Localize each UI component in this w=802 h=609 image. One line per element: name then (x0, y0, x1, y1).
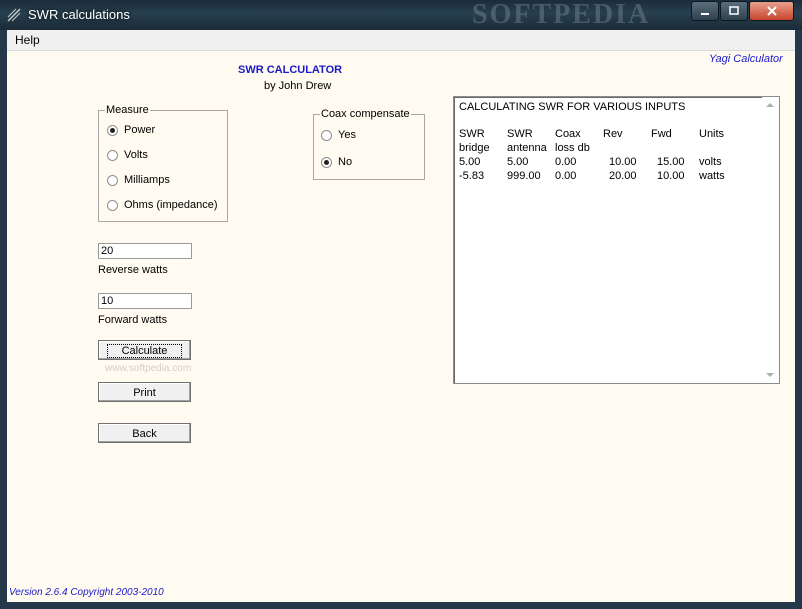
measure-legend: Measure (106, 104, 149, 116)
coax-group: Coax compensate (313, 108, 425, 180)
window-frame-bottom (0, 602, 802, 609)
close-button[interactable] (749, 1, 794, 21)
radio-volts[interactable]: Volts (107, 149, 148, 161)
radio-circle (107, 149, 118, 161)
back-button[interactable]: Back (98, 423, 191, 443)
page-title: SWR CALCULATOR (238, 64, 343, 76)
radio-milliamps[interactable]: Milliamps (107, 174, 170, 186)
cell: 999.00 (507, 170, 541, 182)
menu-help[interactable]: Help (15, 33, 40, 47)
cell: 20.00 (609, 170, 637, 182)
maximize-button[interactable] (720, 1, 748, 21)
radio-circle (107, 124, 118, 136)
col-header: SWR (459, 128, 485, 140)
col-header: antenna (507, 142, 547, 154)
softpedia-watermark: SOFTPEDIA (472, 0, 651, 30)
client-area: Yagi Calculator SWR CALCULATOR by John D… (7, 51, 795, 602)
calculate-label: Calculate (106, 344, 183, 358)
radio-coax-yes[interactable]: Yes (321, 129, 356, 141)
cell: 15.00 (657, 156, 685, 168)
maximize-icon (729, 6, 739, 15)
col-header: Units (699, 128, 725, 140)
col-header: Rev (603, 128, 623, 140)
results-scrollbar[interactable] (762, 97, 779, 383)
radio-circle (321, 156, 332, 168)
col-header: Coax (555, 128, 581, 140)
reverse-label: Reverse watts (98, 264, 168, 276)
window-frame-right (795, 30, 802, 609)
cell: 5.00 (459, 156, 481, 168)
radio-circle (107, 199, 118, 211)
radio-circle (321, 129, 332, 141)
coax-legend: Coax compensate (321, 108, 410, 120)
cell: -5.83 (459, 170, 485, 182)
minimize-button[interactable] (691, 1, 719, 21)
radio-coax-no[interactable]: No (321, 156, 352, 168)
cell: 0.00 (555, 170, 577, 182)
cell: 0.00 (555, 156, 577, 168)
scroll-down-icon[interactable] (766, 373, 774, 377)
forward-input[interactable]: 10 (98, 293, 192, 309)
results-heading: CALCULATING SWR FOR VARIOUS INPUTS (459, 101, 686, 113)
col-header: Fwd (651, 128, 672, 140)
results-textarea[interactable]: CALCULATING SWR FOR VARIOUS INPUTS SWR S… (453, 96, 780, 384)
col-header: loss db (555, 142, 590, 154)
menu-bar: Help (7, 30, 795, 51)
version-label: Version 2.6.4 Copyright 2003-2010 (9, 587, 164, 598)
cell: 10.00 (657, 170, 685, 182)
cell: 10.00 (609, 156, 637, 168)
radio-label: Ohms (impedance) (124, 199, 218, 211)
radio-label: Power (124, 124, 156, 136)
close-icon (766, 6, 777, 16)
window-frame-left (0, 30, 7, 609)
app-window: SWR calculations SOFTPEDIA Help Yagi Cal… (0, 0, 802, 609)
radio-label: Yes (338, 129, 356, 141)
window-title: SWR calculations (28, 7, 130, 22)
forward-label: Forward watts (98, 314, 168, 326)
col-header: bridge (459, 142, 490, 154)
radio-label: Milliamps (124, 174, 170, 186)
radio-power[interactable]: Power (107, 124, 155, 136)
cell: 5.00 (507, 156, 529, 168)
radio-ohms[interactable]: Ohms (impedance) (107, 199, 218, 211)
title-bar[interactable]: SWR calculations SOFTPEDIA (0, 0, 802, 30)
print-label: Print (133, 387, 156, 399)
scroll-up-icon[interactable] (766, 103, 774, 107)
col-header: SWR (507, 128, 533, 140)
author-label: by John Drew (264, 80, 332, 92)
caption-buttons (691, 1, 794, 21)
cell: watts (699, 170, 725, 182)
yagi-calculator-link[interactable]: Yagi Calculator (709, 53, 783, 65)
back-label: Back (132, 428, 157, 440)
print-button[interactable]: Print (98, 382, 191, 402)
softpedia-url-watermark: www.softpedia.com (105, 363, 192, 374)
app-icon (7, 8, 21, 22)
radio-label: No (338, 156, 353, 168)
reverse-input[interactable]: 20 (98, 243, 192, 259)
radio-label: Volts (124, 149, 148, 161)
radio-circle (107, 174, 118, 186)
calculate-button[interactable]: Calculate (98, 340, 191, 360)
cell: volts (699, 156, 722, 168)
minimize-icon (701, 13, 709, 15)
